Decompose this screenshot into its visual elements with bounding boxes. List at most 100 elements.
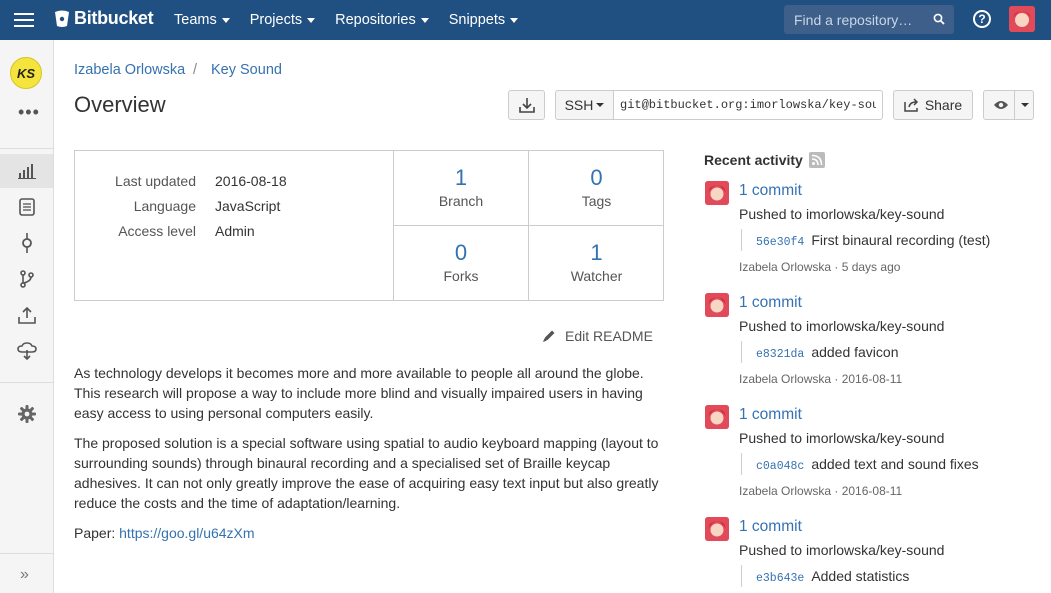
stat-watchers[interactable]: 1 Watcher (529, 226, 664, 301)
stat-branches[interactable]: 1 Branch (394, 151, 529, 226)
sidebar-divider (0, 148, 53, 149)
stat-tags[interactable]: 0 Tags (529, 151, 664, 226)
commit-entry: c0a048c added text and sound fixes (741, 453, 979, 475)
detail-value: 2016-08-18 (215, 173, 287, 189)
detail-value: JavaScript (215, 198, 281, 214)
sidebar-item-downloads[interactable] (0, 298, 53, 332)
user-avatar[interactable] (1009, 6, 1035, 32)
commit-hash[interactable]: e3b643e (756, 572, 804, 585)
share-button[interactable]: Share (893, 90, 973, 120)
user-avatar[interactable] (705, 181, 729, 205)
activity-commit-link[interactable]: 1 commit (739, 406, 802, 424)
commit-message: added text and sound fixes (811, 456, 979, 472)
nav-projects[interactable]: Projects (250, 0, 315, 40)
commit-hash[interactable]: e8321da (756, 348, 804, 361)
activity-commit-link[interactable]: 1 commit (739, 518, 802, 536)
activity-heading: Recent activity (704, 150, 1044, 170)
stat-label: Forks (443, 268, 479, 284)
sidebar-divider (0, 553, 53, 554)
expand-sidebar-icon[interactable]: » (20, 566, 29, 584)
clone-protocol-dropdown[interactable]: SSH (555, 90, 614, 120)
help-icon[interactable]: ? (973, 10, 991, 28)
app-name: Bitbucket (74, 8, 154, 28)
stat-count: 1 (454, 165, 468, 190)
readme-paragraph: As technology develops it becomes more a… (74, 365, 644, 421)
download-icon (518, 98, 535, 113)
paper-link[interactable]: https://goo.gl/u64zXm (119, 525, 254, 541)
repository-search-input[interactable] (784, 5, 954, 34)
edit-readme-label: Edit README (565, 328, 653, 344)
stat-count: 1 (590, 240, 603, 265)
commit-entry: e8321da added favicon (741, 341, 899, 363)
readme-content: As technology develops it becomes more a… (74, 363, 664, 553)
overview-icon (17, 164, 36, 179)
page-title: Overview (74, 92, 166, 117)
sidebar-divider (0, 382, 53, 383)
breadcrumb-repo[interactable]: Key Sound (211, 62, 282, 78)
menu-icon[interactable] (12, 10, 36, 30)
activity-description: Pushed to imorlowska/key-sound (739, 318, 945, 334)
more-icon[interactable]: ••• (18, 102, 40, 123)
activity-author-time: Izabela Orlowska · 2016-08-11 (739, 372, 903, 386)
activity-description: Pushed to imorlowska/key-sound (739, 206, 945, 222)
user-avatar[interactable] (705, 293, 729, 317)
rss-icon[interactable] (808, 152, 825, 168)
stat-count: 0 (590, 165, 603, 190)
source-icon (18, 198, 35, 216)
watch-dropdown-icon[interactable] (1014, 91, 1034, 119)
repository-sidebar: KS ••• » (0, 40, 54, 593)
top-navigation-bar: Bitbucket Teams Projects Repositories Sn… (0, 0, 1051, 40)
stat-label: Tags (581, 193, 612, 209)
watch-button[interactable] (983, 90, 1034, 120)
nav-snippets[interactable]: Snippets (449, 0, 518, 40)
sidebar-item-source[interactable] (0, 190, 53, 224)
commit-message: First binaural recording (test) (811, 232, 991, 248)
sidebar-item-pipelines[interactable] (0, 334, 53, 368)
breadcrumb-owner[interactable]: Izabela Orlowska (74, 62, 185, 78)
stat-label: Watcher (570, 268, 623, 284)
paper-label: Paper: (74, 525, 116, 541)
user-avatar[interactable] (705, 405, 729, 429)
branches-icon (19, 270, 34, 288)
search-icon[interactable] (933, 13, 945, 25)
commit-hash[interactable]: 56e30f4 (756, 236, 804, 249)
cloud-icon (16, 342, 37, 360)
share-label: Share (924, 97, 963, 113)
activity-author-time: Izabela Orlowska · 2016-08-11 (739, 484, 903, 498)
top-nav: Teams Projects Repositories Snippets (174, 0, 538, 40)
activity-description: Pushed to imorlowska/key-sound (739, 542, 945, 558)
activity-commit-link[interactable]: 1 commit (739, 294, 802, 312)
detail-key: Access level (118, 223, 196, 239)
commit-message: added favicon (811, 344, 899, 360)
activity-commit-link[interactable]: 1 commit (739, 182, 802, 200)
download-button[interactable] (508, 90, 545, 120)
gear-icon (17, 405, 36, 423)
sidebar-item-commits[interactable] (0, 226, 53, 260)
commits-icon (21, 233, 32, 253)
stat-label: Branch (438, 193, 484, 209)
detail-key: Language (133, 198, 196, 214)
clone-url-field[interactable] (613, 90, 883, 120)
detail-key: Last updated (115, 173, 196, 189)
stat-forks[interactable]: 0 Forks (394, 226, 529, 301)
sidebar-item-branches[interactable] (0, 262, 53, 296)
detail-value: Admin (215, 223, 255, 239)
commit-entry: e3b643e Added statistics (741, 565, 909, 587)
pencil-icon (543, 330, 555, 342)
nav-repositories[interactable]: Repositories (335, 0, 429, 40)
sidebar-item-settings[interactable] (0, 397, 53, 431)
activity-author-time: Izabela Orlowska · 5 days ago (739, 260, 901, 274)
repository-details: Last updated 2016-08-18 Language JavaScr… (75, 151, 394, 300)
breadcrumb-separator: / (193, 62, 198, 78)
stat-count: 0 (454, 240, 468, 265)
nav-teams[interactable]: Teams (174, 0, 230, 40)
repository-info-box: Last updated 2016-08-18 Language JavaScr… (74, 150, 664, 301)
user-avatar[interactable] (705, 517, 729, 541)
commit-hash[interactable]: c0a048c (756, 460, 804, 473)
recent-activity-panel: Recent activity (704, 150, 1044, 170)
project-avatar[interactable]: KS (10, 57, 42, 89)
sidebar-item-overview[interactable] (0, 154, 53, 188)
edit-readme-button[interactable]: Edit README (542, 328, 653, 344)
eye-icon (994, 101, 1008, 109)
bitbucket-logo[interactable]: Bitbucket (54, 8, 154, 29)
